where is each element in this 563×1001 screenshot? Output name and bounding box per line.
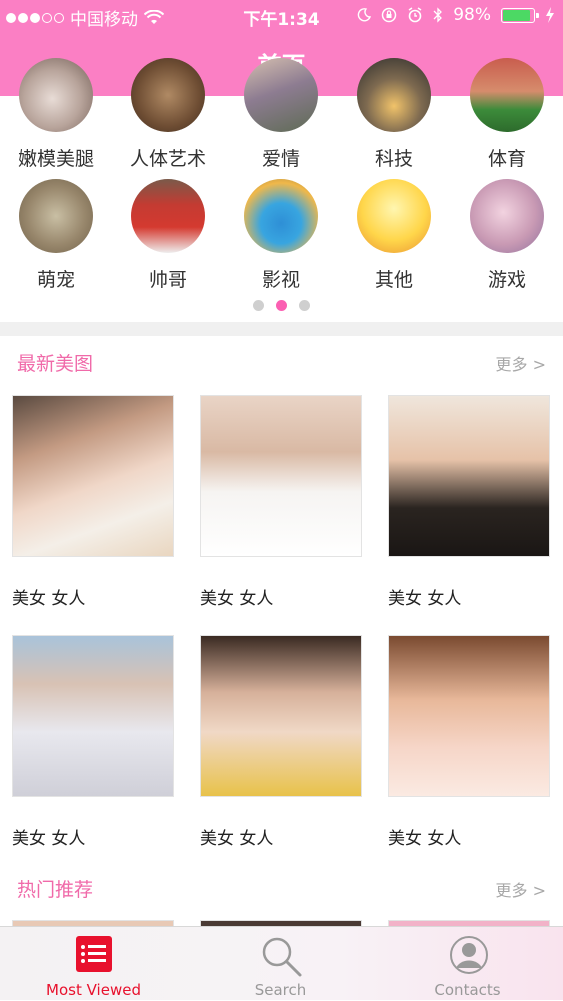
status-bar: 中国移动 下午1:34 98% [0,0,563,32]
status-right: 98% [357,5,555,25]
tab-label: Most Viewed [46,981,141,999]
category-label: 科技 [374,148,413,170]
category-label: 人体艺术 [129,148,206,170]
category-item[interactable]: 爱情 [225,58,337,178]
category-item[interactable]: 其他 [338,179,450,299]
category-thumbnail [244,179,318,253]
photo-caption: 美女 女人 [200,589,274,609]
category-label: 嫩模美腿 [17,148,94,170]
photo-thumbnail[interactable] [12,635,174,797]
list-icon [76,936,112,972]
section-title-latest: 最新美图 [17,353,94,375]
section-divider [0,322,563,336]
category-thumbnail [131,179,205,253]
category-thumbnail [19,179,93,253]
category-label: 帅哥 [148,269,187,291]
category-label: 萌宠 [36,269,75,291]
rotation-lock-icon [381,7,397,23]
category-item[interactable]: 科技 [338,58,450,178]
battery-fill [503,9,530,21]
category-label: 影视 [261,269,300,291]
category-thumbnail [470,58,544,132]
more-link-hot[interactable]: 更多 > [496,877,547,901]
category-item[interactable]: 嫩模美腿 [0,58,112,178]
contacts-icon [450,936,488,974]
category-label: 体育 [487,148,526,170]
section-title-hot: 热门推荐 [17,879,94,901]
category-item[interactable]: 人体艺术 [112,58,224,178]
category-thumbnail [357,58,431,132]
category-label: 爱情 [261,148,300,170]
tab-label: Contacts [434,981,501,999]
category-item[interactable]: 萌宠 [0,179,112,299]
category-label: 其他 [374,269,413,291]
category-grid: 嫩模美腿 人体艺术 爱情 科技 体育 萌宠 帅哥 影视 其他 游戏 [0,58,563,321]
category-thumbnail [357,179,431,253]
photo-thumbnail[interactable] [200,635,362,797]
photo-thumbnail[interactable] [12,395,174,557]
bluetooth-icon [433,7,443,23]
category-thumbnail [470,179,544,253]
battery-percent: 98% [453,5,491,25]
photo-caption: 美女 女人 [12,829,86,849]
page-indicator[interactable] [0,300,563,312]
category-thumbnail [19,58,93,132]
battery-icon [501,7,539,23]
more-link-latest[interactable]: 更多 > [496,351,547,375]
tab-search[interactable]: Search [187,927,374,1001]
category-thumbnail [244,58,318,132]
category-label: 游戏 [487,269,526,291]
photo-caption: 美女 女人 [388,829,462,849]
charging-bolt-icon [546,7,554,23]
moon-icon [357,8,372,22]
tab-bar: Most Viewed Search Contacts [0,926,563,1000]
tab-most-viewed[interactable]: Most Viewed [0,927,187,1001]
category-item[interactable]: 体育 [451,58,563,178]
page-dot [299,300,310,311]
category-thumbnail [131,58,205,132]
tab-label: Search [254,981,307,999]
photo-caption: 美女 女人 [12,589,86,609]
alarm-icon [408,7,422,23]
page-dot [253,300,264,311]
photo-thumbnail[interactable] [388,395,550,557]
category-item[interactable]: 帅哥 [112,179,224,299]
photo-caption: 美女 女人 [388,589,462,609]
photo-thumbnail[interactable] [200,395,362,557]
search-icon [262,937,302,977]
category-item[interactable]: 影视 [225,179,337,299]
category-item[interactable]: 游戏 [451,179,563,299]
page-dot-active [276,300,287,311]
tab-contacts[interactable]: Contacts [374,927,561,1001]
photo-thumbnail[interactable] [388,635,550,797]
photo-caption: 美女 女人 [200,829,274,849]
